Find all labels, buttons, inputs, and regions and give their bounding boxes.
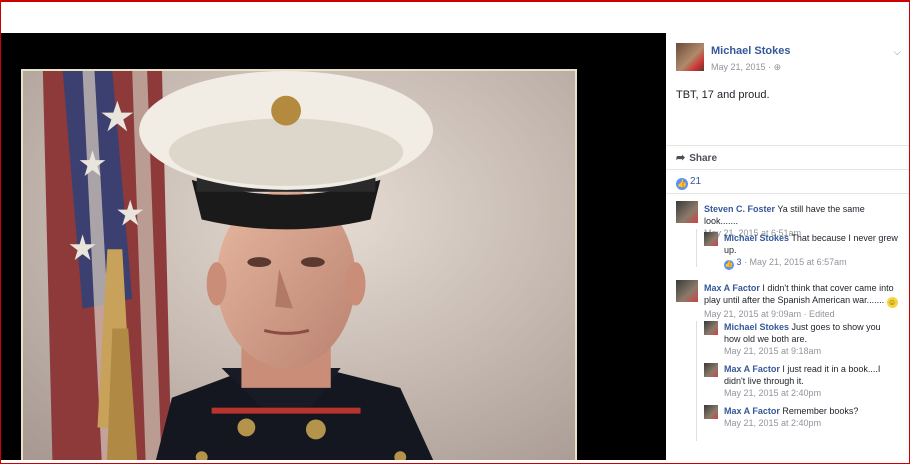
post-header: Michael Stokes May 21, 2015 · ⊕ ⌵ <box>676 43 901 77</box>
commenter-avatar[interactable] <box>704 232 718 246</box>
comment-author[interactable]: Max A Factor <box>704 283 760 293</box>
comment-timestamp[interactable]: · May 21, 2015 at 6:57am <box>744 257 847 267</box>
comment-author[interactable]: Michael Stokes <box>724 322 789 332</box>
commenter-avatar[interactable] <box>676 201 698 223</box>
comment-body: Max A Factor Remember books? May 21, 201… <box>724 405 899 429</box>
author-avatar[interactable] <box>676 43 704 71</box>
reaction-count[interactable]: 3 <box>737 257 742 267</box>
comment-timestamp[interactable]: May 21, 2015 at 2:40pm <box>724 417 899 429</box>
comment-author[interactable]: Max A Factor <box>724 406 780 416</box>
comment-body: Max A Factor I just read it in a book...… <box>724 363 899 399</box>
author-name[interactable]: Michael Stokes <box>711 45 790 57</box>
post-caption: TBT, 17 and proud. <box>676 89 770 101</box>
thumbs-up-icon: 👍 <box>724 260 734 270</box>
comment-author[interactable]: Michael Stokes <box>724 233 789 243</box>
photo-image <box>23 71 575 460</box>
divider <box>666 193 909 194</box>
photo-viewer[interactable] <box>1 33 666 460</box>
comment-timestamp[interactable]: May 21, 2015 at 9:18am <box>724 345 899 357</box>
reply-comment: Max A Factor I just read it in a book...… <box>704 363 899 399</box>
like-count-text: 21 <box>690 176 702 187</box>
comment-text: Remember books? <box>782 406 859 416</box>
comment-meta: 👍 3 · May 21, 2015 at 6:57am <box>724 256 899 270</box>
commenter-avatar[interactable] <box>704 405 718 419</box>
divider <box>666 145 909 146</box>
comment: Max A Factor I didn't think that cover c… <box>676 280 901 320</box>
chevron-down-icon[interactable]: ⌵ <box>893 47 901 58</box>
post-date[interactable]: May 21, 2015 · ⊕ <box>711 62 781 73</box>
share-arrow-icon: ➦ <box>676 152 686 164</box>
post-date-text[interactable]: May 21, 2015 · <box>711 62 771 72</box>
comment-author[interactable]: Steven C. Foster <box>704 204 775 214</box>
thumbs-up-icon: 👍 <box>676 178 688 190</box>
commenter-avatar[interactable] <box>676 280 698 302</box>
comment-body: Michael Stokes Just goes to show you how… <box>724 321 899 357</box>
reply-comment: Max A Factor Remember books? May 21, 201… <box>704 405 899 431</box>
post-photo[interactable] <box>21 69 577 460</box>
globe-icon: ⊕ <box>773 62 782 72</box>
comment-timestamp[interactable]: May 21, 2015 at 9:09am · Edited <box>704 308 901 320</box>
reply-thread-line <box>696 229 697 267</box>
comment: Steven C. Foster Ya still have the same … <box>676 201 901 238</box>
comment-body: Max A Factor I didn't think that cover c… <box>704 282 901 320</box>
comment-author[interactable]: Max A Factor <box>724 364 780 374</box>
share-button[interactable]: ➦ Share <box>676 151 717 164</box>
like-count[interactable]: 👍 21 <box>676 176 701 190</box>
smiley-emoji-icon: ☺ <box>886 297 898 308</box>
commenter-avatar[interactable] <box>704 363 718 377</box>
comment-timestamp[interactable]: May 21, 2015 at 2:40pm <box>724 387 899 399</box>
divider <box>666 169 909 170</box>
reply-comment: Michael Stokes Just goes to show you how… <box>704 321 899 357</box>
commenter-avatar[interactable] <box>704 321 718 335</box>
comment-body: Michael Stokes That because I never grew… <box>724 232 899 270</box>
reply-thread-line <box>696 321 697 441</box>
reply-comment: Michael Stokes That because I never grew… <box>704 232 899 272</box>
post-side-panel: Michael Stokes May 21, 2015 · ⊕ ⌵ TBT, 1… <box>666 33 909 463</box>
share-label: Share <box>689 153 718 164</box>
